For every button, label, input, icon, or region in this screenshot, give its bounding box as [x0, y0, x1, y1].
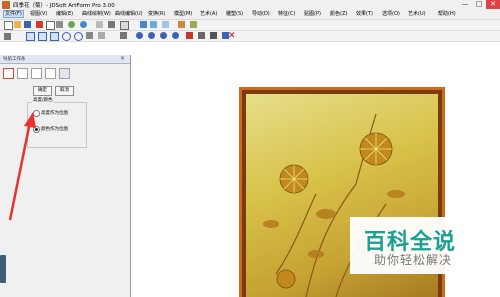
watermark-subtitle: 助你轻松解决	[374, 253, 453, 267]
